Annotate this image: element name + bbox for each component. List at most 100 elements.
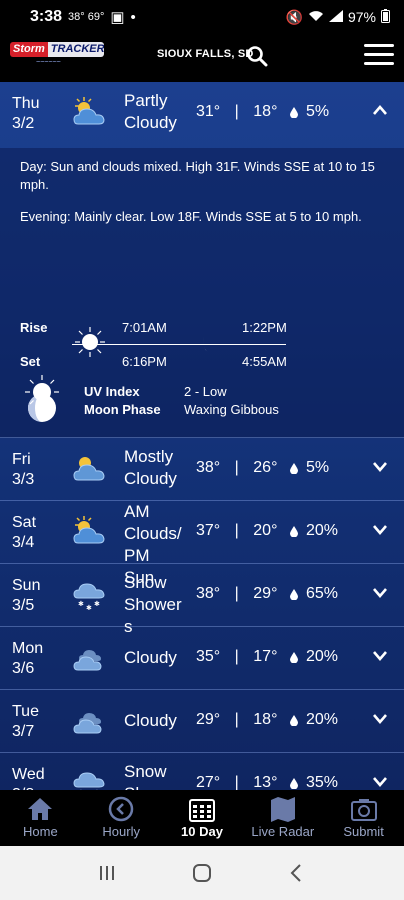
hamburger-menu-icon[interactable]	[364, 44, 394, 68]
back-icon[interactable]	[285, 863, 309, 883]
forecast-row[interactable]: Wed 3/8 ✱✱✱ Snow Shower 27° | 13° 35%	[0, 753, 404, 790]
moon-phase-label: Moon Phase	[84, 402, 161, 417]
nav-hourly-label: Hourly	[102, 824, 140, 839]
rise-label: Rise	[20, 320, 48, 335]
status-temps: 38° 69°	[68, 11, 105, 23]
bottom-navigation: Home Hourly 10 Day Live Radar Submit	[0, 790, 404, 846]
raindrop-icon	[290, 588, 298, 600]
day-name: Sat	[12, 514, 37, 531]
precip: 20%	[290, 522, 338, 540]
precip: 20%	[290, 711, 338, 729]
nav-home[interactable]: Home	[0, 790, 81, 846]
forecast-day: Tue 3/7	[12, 702, 39, 742]
forecast-day: Mon 3/6	[12, 639, 43, 679]
forecast-row-expanded[interactable]: Thu 3/2 Partly Cloudy 31° | 18° 5%	[0, 82, 404, 148]
dot-icon: •	[130, 8, 136, 26]
precip: 5%	[290, 103, 329, 121]
cloudy-icon	[73, 650, 102, 671]
sunset-time: 6:16PM	[122, 354, 167, 369]
high-temp: 27°	[196, 774, 221, 790]
nav-10-day[interactable]: 10 Day	[162, 790, 243, 846]
raindrop-icon	[290, 714, 298, 726]
high-temp: 37°	[196, 522, 221, 539]
chevron-down-icon[interactable]	[372, 586, 388, 598]
search-icon[interactable]	[246, 45, 268, 67]
low-temp: 13°	[253, 774, 278, 790]
cloudy-icon	[73, 713, 102, 734]
high-temp: 31°	[196, 103, 221, 120]
status-time: 3:38	[30, 8, 63, 25]
forecast-row[interactable]: Fri 3/3 Mostly Cloudy 38° | 26° 5%	[0, 438, 404, 501]
temps: 31° | 18°	[196, 103, 278, 120]
sunrise-time: 7:01AM	[122, 320, 167, 335]
nav-10-day-label: 10 Day	[181, 824, 223, 839]
day-name: Sun	[12, 577, 41, 594]
svg-text:✱: ✱	[86, 604, 92, 612]
android-navigation-bar	[0, 846, 404, 900]
precip-chance: 5%	[306, 459, 330, 476]
forecast-list: Thu 3/2 Partly Cloudy 31° | 18° 5% Day: …	[0, 82, 404, 790]
chevron-down-icon[interactable]	[372, 460, 388, 472]
mostly-cloudy-icon	[73, 457, 105, 481]
raindrop-icon	[290, 462, 298, 474]
day-name: Mon	[12, 640, 44, 657]
clock-icon	[108, 796, 134, 822]
recent-apps-icon[interactable]	[95, 863, 119, 883]
map-icon	[270, 797, 295, 822]
moonset-time: 4:55AM	[242, 354, 287, 369]
low-temp: 18°	[253, 711, 278, 728]
collapsed-days: Fri 3/3 Mostly Cloudy 38° | 26° 5% Sat 3…	[0, 438, 404, 790]
uv-index-value: 2 - Low	[184, 384, 227, 399]
snow-shower-icon: ✱✱✱	[73, 583, 105, 612]
forecast-day: Thu 3/2	[12, 94, 40, 134]
chevron-down-icon[interactable]	[372, 775, 388, 787]
precip-chance: 20%	[306, 711, 339, 728]
forecast-row[interactable]: Sat 3/4 AM Clouds/ PM Sun 37° | 20° 20%	[0, 501, 404, 587]
chevron-down-icon[interactable]	[372, 649, 388, 661]
nav-home-label: Home	[23, 824, 58, 839]
calendar-icon	[188, 799, 215, 822]
chevron-down-icon[interactable]	[372, 523, 388, 535]
logo-storm-text: Storm	[10, 42, 48, 57]
raindrop-icon	[290, 106, 298, 118]
chevron-down-icon[interactable]	[372, 712, 388, 724]
forecast-row[interactable]: Sun 3/5 ✱ ✱ ✱ Snow Shower s 38° | 29° 65%	[0, 564, 404, 636]
location-label[interactable]: SIOUX FALLS, SD	[157, 48, 254, 60]
precip: 5%	[290, 459, 329, 477]
nav-submit[interactable]: Submit	[323, 790, 404, 846]
day-date: 3/2	[12, 115, 35, 132]
temps: 38° | 29°	[196, 585, 278, 602]
condition-text: Snow Shower	[124, 762, 182, 790]
raindrop-icon	[290, 651, 298, 663]
chevron-up-icon[interactable]	[372, 104, 388, 116]
precip-chance: 20%	[306, 648, 339, 665]
day-name: Wed	[12, 766, 45, 783]
raindrop-icon	[290, 525, 298, 537]
app-header: Storm TRACKER ~~~~~~ SIOUX FALLS, SD	[0, 34, 404, 82]
precip-chance: 35%	[306, 774, 339, 790]
condition-text: Mostly Cloudy	[124, 447, 177, 488]
uv-sun-icon	[25, 375, 59, 409]
forecast-day: Wed 3/8	[12, 765, 45, 790]
precip: 65%	[290, 585, 338, 603]
high-temp: 38°	[196, 459, 221, 476]
camera-icon	[350, 799, 377, 821]
home-button-icon[interactable]	[190, 863, 214, 883]
precip-chance: 20%	[306, 522, 339, 539]
storm-tracker-logo[interactable]: Storm TRACKER ~~~~~~	[10, 42, 104, 74]
forecast-row[interactable]: Mon 3/6 Cloudy 35° | 17° 20%	[0, 627, 404, 690]
day-name: Fri	[12, 451, 31, 468]
nav-hourly[interactable]: Hourly	[81, 790, 162, 846]
forecast-row[interactable]: Tue 3/7 Cloudy 29° | 18° 20%	[0, 690, 404, 753]
precip-chance: 5%	[306, 103, 330, 120]
temps: 29° | 18°	[196, 711, 278, 728]
condition-text: Partly Cloudy	[124, 91, 177, 132]
nav-live-radar[interactable]: Live Radar	[242, 790, 323, 846]
nav-submit-label: Submit	[343, 824, 384, 839]
forecast-day: Fri 3/3	[12, 450, 34, 490]
snow-shower-icon: ✱✱✱	[73, 772, 105, 790]
forecast-day: Sun 3/5	[12, 576, 40, 616]
moonrise-time: 1:22PM	[242, 320, 287, 335]
battery-icon	[381, 8, 390, 26]
day-date: 3/4	[12, 534, 35, 551]
